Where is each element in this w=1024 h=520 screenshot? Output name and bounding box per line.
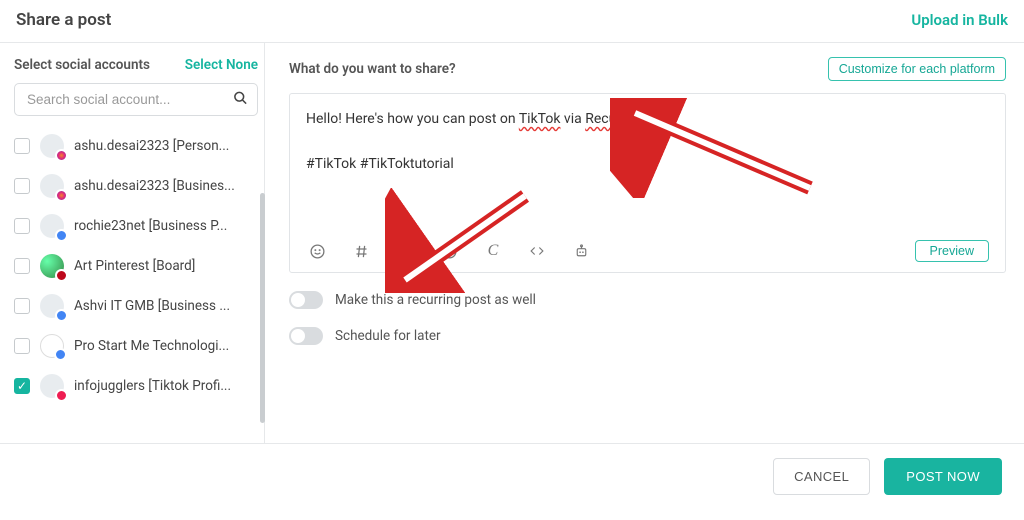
account-item[interactable]: Art Pinterest [Board]: [14, 246, 258, 286]
avatar: [40, 294, 64, 318]
avatar: [40, 214, 64, 238]
account-name: Pro Start Me Technologi...: [74, 338, 229, 354]
sidebar: Select social accounts Select None ashu.…: [0, 43, 265, 443]
text-frag: via: [560, 111, 585, 127]
checkbox[interactable]: [14, 218, 30, 234]
text-frag: Hello! Here's how you can post on: [306, 111, 519, 127]
avatar: [40, 334, 64, 358]
sidebar-title: Select social accounts: [14, 57, 150, 73]
customize-button[interactable]: Customize for each platform: [828, 57, 1006, 81]
code-icon[interactable]: [526, 240, 548, 262]
account-item[interactable]: ✓ infojugglers [Tiktok Profi...: [14, 366, 258, 406]
schedule-toggle[interactable]: [289, 327, 323, 345]
image-icon[interactable]: [394, 240, 416, 262]
header: Share a post Upload in Bulk: [0, 0, 1024, 43]
avatar: [40, 254, 64, 278]
post-editor[interactable]: Hello! Here's how you can post on TikTok…: [289, 93, 1006, 273]
recurring-row: Make this a recurring post as well: [289, 291, 1006, 309]
post-now-button[interactable]: POST NOW: [884, 458, 1002, 495]
post-textarea[interactable]: Hello! Here's how you can post on TikTok…: [306, 108, 989, 228]
account-name: Ashvi IT GMB [Business ...: [74, 298, 230, 314]
upload-bulk-link[interactable]: Upload in Bulk: [911, 11, 1008, 29]
schedule-row: Schedule for later: [289, 327, 1006, 345]
hashtag-icon[interactable]: [350, 240, 372, 262]
main: What do you want to share? Customize for…: [265, 43, 1024, 443]
checkbox[interactable]: [14, 138, 30, 154]
checkbox[interactable]: [14, 298, 30, 314]
emoji-icon[interactable]: [306, 240, 328, 262]
account-name: infojugglers [Tiktok Profi...: [74, 378, 231, 394]
account-list: ashu.desai2323 [Person... ashu.desai2323…: [14, 126, 258, 406]
search-input[interactable]: [14, 83, 258, 116]
search-icon: [233, 90, 248, 109]
account-name: ashu.desai2323 [Person...: [74, 138, 229, 154]
account-name: ashu.desai2323 [Busines...: [74, 178, 235, 194]
body: Select social accounts Select None ashu.…: [0, 43, 1024, 443]
cancel-button[interactable]: CANCEL: [773, 458, 870, 495]
checkbox[interactable]: ✓: [14, 378, 30, 394]
account-name: rochie23net [Business P...: [74, 218, 227, 234]
account-item[interactable]: ashu.desai2323 [Busines...: [14, 166, 258, 206]
account-item[interactable]: rochie23net [Business P...: [14, 206, 258, 246]
spellcheck-word: TikTok: [519, 111, 561, 127]
sidebar-header: Select social accounts Select None: [14, 57, 258, 73]
footer: CANCEL POST NOW: [0, 443, 1024, 509]
avatar: [40, 174, 64, 198]
account-item[interactable]: ashu.desai2323 [Person...: [14, 126, 258, 166]
account-item[interactable]: Ashvi IT GMB [Business ...: [14, 286, 258, 326]
spellcheck-word: Recurpost.: [585, 111, 652, 127]
preview-button[interactable]: Preview: [915, 240, 989, 262]
editor-line: #TikTok #TikToktutorial: [306, 156, 454, 172]
page-title: Share a post: [16, 10, 111, 30]
video-icon[interactable]: [438, 240, 460, 262]
editor-line: Hello! Here's how you can post on TikTok…: [306, 111, 652, 127]
account-item[interactable]: Pro Start Me Technologi...: [14, 326, 258, 366]
checkbox[interactable]: [14, 338, 30, 354]
canva-icon[interactable]: C: [482, 240, 504, 262]
checkbox[interactable]: [14, 258, 30, 274]
ai-icon[interactable]: [570, 240, 592, 262]
editor-toolbar: C Preview: [306, 228, 989, 262]
checkbox[interactable]: [14, 178, 30, 194]
compose-prompt: What do you want to share?: [289, 61, 456, 77]
schedule-label: Schedule for later: [335, 328, 441, 344]
recurring-label: Make this a recurring post as well: [335, 292, 536, 308]
recurring-toggle[interactable]: [289, 291, 323, 309]
avatar: [40, 134, 64, 158]
select-none-link[interactable]: Select None: [185, 57, 258, 73]
avatar: [40, 374, 64, 398]
search-wrap: [14, 83, 258, 116]
account-name: Art Pinterest [Board]: [74, 258, 195, 274]
main-header: What do you want to share? Customize for…: [289, 57, 1006, 81]
